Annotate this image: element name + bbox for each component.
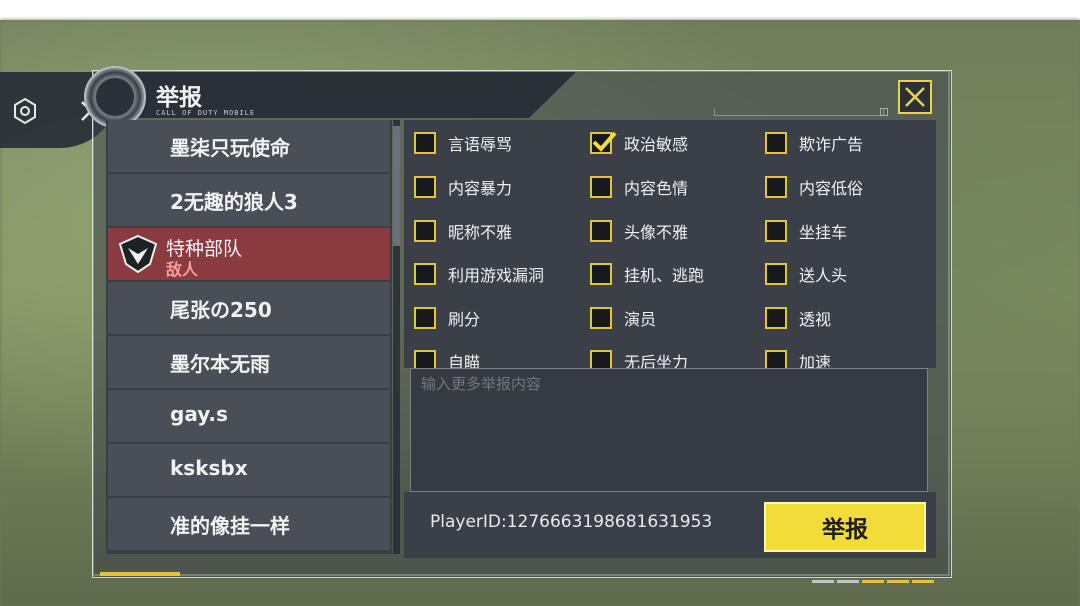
checkbox[interactable] bbox=[590, 307, 612, 329]
reason-option[interactable]: 内容色情 bbox=[590, 172, 688, 202]
player-name: 2无趣的狼人3 bbox=[170, 190, 298, 214]
hexagon-settings-icon bbox=[14, 97, 36, 125]
page-indicator bbox=[812, 568, 938, 583]
page-dot bbox=[912, 580, 934, 583]
reason-label: 无后坐力 bbox=[624, 353, 689, 368]
checkmark-icon bbox=[592, 131, 617, 152]
player-row[interactable]: 准的像挂一样 bbox=[108, 498, 390, 550]
team-emblem-icon bbox=[118, 234, 158, 274]
reason-option[interactable]: 利用游戏漏洞 bbox=[414, 259, 544, 289]
player-name: 尾张の250 bbox=[170, 298, 272, 322]
reason-label: 挂机、逃跑 bbox=[624, 266, 705, 285]
player-name: ksksbx bbox=[170, 456, 248, 480]
checkbox[interactable] bbox=[765, 307, 787, 329]
player-list[interactable]: 墨柒只玩使命 2无趣的狼人3 特种部队 敌人 尾张の250 墨尔本无雨 gay.… bbox=[106, 120, 392, 554]
checkbox[interactable] bbox=[414, 307, 436, 329]
settings-button[interactable] bbox=[10, 96, 40, 126]
player-row[interactable]: 2无趣的狼人3 bbox=[108, 174, 390, 226]
checkbox[interactable] bbox=[765, 263, 787, 285]
checkbox[interactable] bbox=[765, 176, 787, 198]
player-row-selected[interactable]: 特种部队 敌人 bbox=[108, 228, 390, 280]
reason-option[interactable]: 透视 bbox=[765, 303, 831, 333]
reason-option[interactable]: 言语辱骂 bbox=[414, 128, 512, 158]
checkbox[interactable] bbox=[590, 176, 612, 198]
reason-option[interactable]: 加速 bbox=[765, 346, 831, 368]
reason-option[interactable]: 演员 bbox=[590, 303, 656, 333]
player-name: 墨柒只玩使命 bbox=[170, 136, 290, 160]
report-button[interactable]: 举报 bbox=[764, 502, 926, 552]
player-name: 准的像挂一样 bbox=[170, 514, 290, 538]
checkbox[interactable] bbox=[414, 350, 436, 368]
player-name: 墨尔本无雨 bbox=[170, 352, 270, 376]
checkbox[interactable] bbox=[414, 220, 436, 242]
checkbox[interactable] bbox=[414, 263, 436, 285]
reason-option[interactable]: 头像不雅 bbox=[590, 216, 688, 246]
checkbox[interactable] bbox=[590, 350, 612, 368]
reason-option[interactable]: 无后坐力 bbox=[590, 346, 688, 368]
player-row[interactable]: 墨尔本无雨 bbox=[108, 336, 390, 388]
close-icon bbox=[905, 87, 925, 107]
reason-label: 演员 bbox=[624, 310, 657, 329]
reason-option[interactable]: 送人头 bbox=[765, 259, 847, 289]
reason-label: 送人头 bbox=[799, 266, 848, 285]
page-dot bbox=[862, 580, 884, 583]
header-decoration-dot bbox=[880, 108, 888, 116]
checkbox[interactable] bbox=[414, 132, 436, 154]
checkbox[interactable] bbox=[590, 263, 612, 285]
checkbox[interactable] bbox=[765, 132, 787, 154]
dialog-title: 举报 bbox=[156, 85, 202, 111]
reason-label: 透视 bbox=[799, 310, 832, 329]
page-dot bbox=[887, 580, 909, 583]
checkbox[interactable] bbox=[590, 220, 612, 242]
reason-label: 言语辱骂 bbox=[448, 135, 513, 154]
dialog-subtitle: CALL OF DUTY MOBILE bbox=[156, 109, 256, 117]
reason-label: 昵称不雅 bbox=[448, 223, 513, 242]
player-row[interactable]: 尾张の250 bbox=[108, 282, 390, 334]
reason-label: 政治敏感 bbox=[624, 135, 689, 154]
close-button[interactable] bbox=[898, 80, 932, 114]
report-reasons[interactable]: 言语辱骂 政治敏感 欺诈广告 内容暴力 内容色情 内容低俗 昵称不雅 头像不雅 … bbox=[404, 120, 936, 368]
page-dot bbox=[812, 580, 834, 583]
bottom-accent-line bbox=[100, 572, 180, 576]
reason-option[interactable]: 挂机、逃跑 bbox=[590, 259, 704, 289]
reason-label: 内容低俗 bbox=[799, 179, 864, 198]
reason-label: 坐挂车 bbox=[799, 223, 848, 242]
player-name: gay.s bbox=[170, 402, 228, 426]
player-list-scroll-thumb[interactable] bbox=[393, 126, 400, 246]
reason-option[interactable]: 欺诈广告 bbox=[765, 128, 863, 158]
more-details-input[interactable] bbox=[410, 368, 928, 492]
reason-label: 利用游戏漏洞 bbox=[448, 266, 545, 285]
reason-label: 头像不雅 bbox=[624, 223, 689, 242]
header-decoration bbox=[714, 109, 884, 116]
reason-label: 内容暴力 bbox=[448, 179, 513, 198]
reason-option[interactable]: 内容暴力 bbox=[414, 172, 512, 202]
checkbox-checked[interactable] bbox=[590, 131, 617, 154]
checkbox[interactable] bbox=[765, 350, 787, 368]
reason-option[interactable]: 政治敏感 bbox=[590, 128, 688, 158]
reason-label: 欺诈广告 bbox=[799, 135, 864, 154]
reason-option[interactable]: 刷分 bbox=[414, 303, 480, 333]
player-row[interactable]: ksksbx bbox=[108, 444, 390, 496]
reason-label: 内容色情 bbox=[624, 179, 689, 198]
reason-label: 自瞄 bbox=[448, 353, 481, 368]
reason-option[interactable]: 自瞄 bbox=[414, 346, 480, 368]
reason-option[interactable]: 昵称不雅 bbox=[414, 216, 512, 246]
page-dot bbox=[837, 580, 859, 583]
top-margin bbox=[0, 0, 1080, 20]
player-id-text: PlayerID:1276663198681631953 bbox=[430, 512, 713, 532]
player-row[interactable]: gay.s bbox=[108, 390, 390, 442]
reason-option[interactable]: 坐挂车 bbox=[765, 216, 847, 246]
enemy-tag: 敌人 bbox=[166, 260, 199, 279]
emblem-icon bbox=[84, 66, 146, 128]
reason-label: 刷分 bbox=[448, 310, 481, 329]
reason-option[interactable]: 内容低俗 bbox=[765, 172, 863, 202]
checkbox[interactable] bbox=[414, 176, 436, 198]
player-row[interactable]: 墨柒只玩使命 bbox=[108, 120, 390, 172]
checkbox[interactable] bbox=[765, 220, 787, 242]
reason-label: 加速 bbox=[799, 353, 832, 368]
